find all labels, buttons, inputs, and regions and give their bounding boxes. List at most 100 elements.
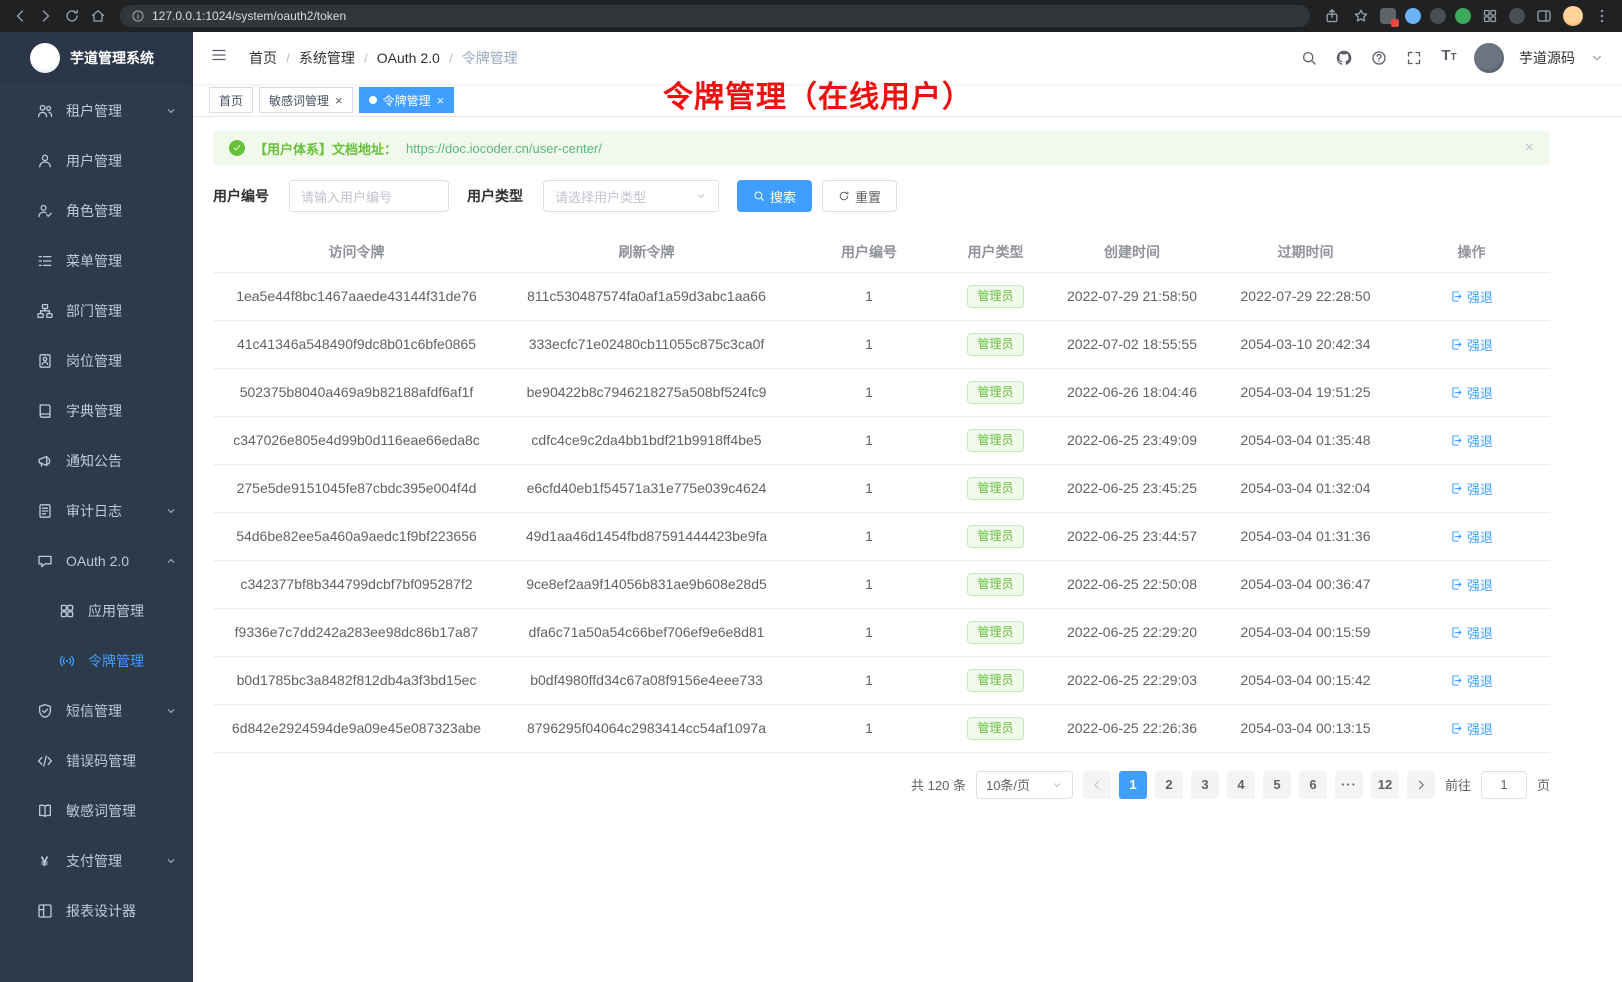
force-logout-button[interactable]: 强退 [1450, 335, 1493, 354]
breadcrumb-item[interactable]: OAuth 2.0 [377, 50, 440, 66]
url-bar[interactable]: 127.0.0.1:1024/system/oauth2/token [120, 5, 1310, 27]
logout-icon [1450, 386, 1463, 399]
browser-menu-icon[interactable] [1592, 6, 1612, 26]
sidebar-item-notice[interactable]: 通知公告 [0, 436, 193, 486]
browser-profile-avatar[interactable] [1563, 6, 1583, 26]
sidebar-item-post[interactable]: 岗位管理 [0, 336, 193, 386]
site-info-icon[interactable] [131, 9, 145, 23]
goto-page-input[interactable]: 1 [1481, 771, 1527, 799]
page-button-12[interactable]: 12 [1371, 771, 1399, 799]
browser-chrome: 127.0.0.1:1024/system/oauth2/token [0, 0, 1622, 32]
sidebar-item-oauth2-token[interactable]: 令牌管理 [0, 636, 193, 686]
sidebar-item-oauth2[interactable]: OAuth 2.0 [0, 536, 193, 586]
search-button[interactable]: 搜索 [737, 180, 812, 212]
sidebar-item-audit-log[interactable]: 审计日志 [0, 486, 193, 536]
force-logout-button[interactable]: 强退 [1450, 479, 1493, 498]
fullscreen-icon[interactable] [1404, 48, 1424, 68]
next-page-button[interactable] [1407, 771, 1435, 799]
sidebar-item-user[interactable]: 用户管理 [0, 136, 193, 186]
force-logout-button[interactable]: 强退 [1450, 383, 1493, 402]
forward-icon[interactable] [36, 6, 56, 26]
reload-icon[interactable] [62, 6, 82, 26]
table-row: 275e5de9151045fe87cbdc395e004f4de6cfd40e… [213, 464, 1550, 512]
prev-page-button[interactable] [1083, 771, 1111, 799]
sidebar-item-error-code[interactable]: 错误码管理 [0, 736, 193, 786]
force-logout-button[interactable]: 强退 [1450, 527, 1493, 546]
force-logout-button[interactable]: 强退 [1450, 575, 1493, 594]
user-type-select[interactable]: 请选择用户类型 [543, 180, 719, 212]
breadcrumb-separator: / [449, 50, 453, 66]
collapse-menu-icon[interactable] [211, 47, 233, 69]
home-icon[interactable] [88, 6, 108, 26]
action-cell: 强退 [1393, 512, 1550, 560]
sidebar-item-menu[interactable]: 菜单管理 [0, 236, 193, 286]
extension-icon-4[interactable] [1455, 8, 1471, 24]
sidebar-item-report[interactable]: 报表设计器 [0, 886, 193, 936]
sidebar-item-tenant[interactable]: 租户管理 [0, 86, 193, 136]
font-size-icon[interactable]: TT [1439, 48, 1459, 68]
user-name[interactable]: 芋道源码 [1519, 48, 1575, 68]
sidebar-item-oauth2-client[interactable]: 应用管理 [0, 586, 193, 636]
logout-icon [1450, 722, 1463, 735]
github-icon[interactable] [1334, 48, 1354, 68]
page-button-4[interactable]: 4 [1227, 771, 1255, 799]
action-cell: 强退 [1393, 704, 1550, 752]
page-buttons: 123456···12 [1083, 771, 1435, 799]
share-icon[interactable] [1322, 6, 1342, 26]
action-cell: 强退 [1393, 560, 1550, 608]
bookmark-star-icon[interactable] [1351, 6, 1371, 26]
pagination: 共 120 条 10条/页 123456···12 前往 1 页 [213, 771, 1550, 799]
breadcrumb-item[interactable]: 首页 [249, 48, 277, 68]
force-logout-button[interactable]: 强退 [1450, 431, 1493, 450]
sensitive-icon [36, 803, 53, 819]
force-logout-button[interactable]: 强退 [1450, 719, 1493, 738]
sidebar-item-role[interactable]: 角色管理 [0, 186, 193, 236]
sidebar-item-sensitive-word[interactable]: 敏感词管理 [0, 786, 193, 836]
tab-token[interactable]: 令牌管理× [359, 87, 455, 113]
sidebar-item-sms[interactable]: 短信管理 [0, 686, 193, 736]
breadcrumb-item[interactable]: 系统管理 [299, 48, 355, 68]
filter-form: 用户编号 请输入用户编号 用户类型 请选择用户类型 搜索 [213, 180, 1550, 212]
tab-sensitive-word[interactable]: 敏感词管理× [259, 87, 353, 113]
help-icon[interactable] [1369, 48, 1389, 68]
user-id-input[interactable]: 请输入用户编号 [289, 180, 449, 212]
page-button-6[interactable]: 6 [1299, 771, 1327, 799]
user-id-cell: 1 [793, 368, 945, 416]
tab-close-icon[interactable]: × [437, 94, 445, 107]
sidebar-item-pay[interactable]: ¥支付管理 [0, 836, 193, 886]
tab-home[interactable]: 首页 [209, 87, 253, 113]
expires-time-cell: 2054-03-04 01:32:04 [1218, 464, 1393, 512]
extension-icon-3[interactable] [1430, 8, 1446, 24]
page-button-3[interactable]: 3 [1191, 771, 1219, 799]
force-logout-button[interactable]: 强退 [1450, 287, 1493, 306]
sidebar-item-dept[interactable]: 部门管理 [0, 286, 193, 336]
alert-text: 【用户体系】文档地址： [254, 139, 397, 158]
user-menu-chevron-down-icon[interactable] [1590, 48, 1604, 68]
tab-close-icon[interactable]: × [335, 94, 343, 107]
back-icon[interactable] [10, 6, 30, 26]
app-logo[interactable]: 芋道管理系统 [0, 32, 193, 84]
reset-button[interactable]: 重置 [822, 180, 897, 212]
page-button-1[interactable]: 1 [1119, 771, 1147, 799]
page-button-5[interactable]: 5 [1263, 771, 1291, 799]
alert-close-icon[interactable]: × [1525, 139, 1534, 157]
extension-icon-2[interactable] [1405, 8, 1421, 24]
side-panel-icon[interactable] [1534, 6, 1554, 26]
refresh-token-cell: 8796295f04064c2983414cc54af1097a [500, 704, 793, 752]
user-type-badge: 管理员 [967, 429, 1023, 452]
page-size-select[interactable]: 10条/页 [976, 771, 1073, 799]
user-avatar[interactable] [1474, 43, 1504, 73]
page-button-2[interactable]: 2 [1155, 771, 1183, 799]
logout-icon [1450, 434, 1463, 447]
extensions-puzzle-icon[interactable] [1480, 6, 1500, 26]
user-id-cell: 1 [793, 320, 945, 368]
extension-icon-1[interactable] [1380, 8, 1396, 24]
force-logout-button[interactable]: 强退 [1450, 623, 1493, 642]
force-logout-button[interactable]: 强退 [1450, 671, 1493, 690]
page-more-button[interactable]: ··· [1335, 771, 1363, 799]
extension-icon-5[interactable] [1509, 8, 1525, 24]
alert-doc-link[interactable]: https://doc.iocoder.cn/user-center/ [406, 141, 602, 156]
column-header: 用户类型 [945, 232, 1046, 272]
sidebar-item-dict[interactable]: 字典管理 [0, 386, 193, 436]
search-icon[interactable] [1299, 48, 1319, 68]
